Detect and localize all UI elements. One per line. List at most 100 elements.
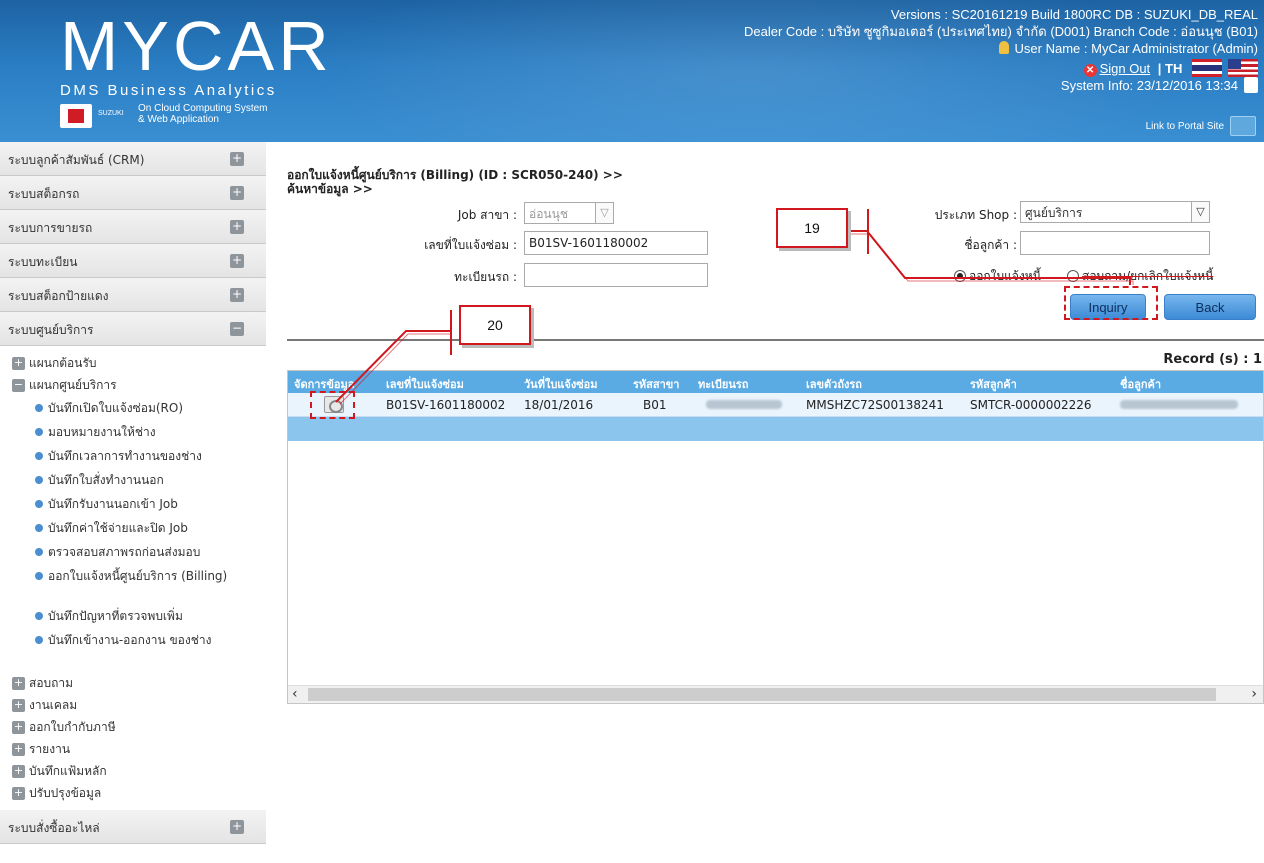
expand-icon[interactable]: + [12,698,25,712]
col-ro-date[interactable]: วันที่ใบแจ้งซ่อม [524,375,598,393]
repair-no-input[interactable] [524,231,708,255]
chevron-down-icon[interactable]: ▽ [1191,202,1209,222]
menu-group-registration[interactable]: ระบบทะเบียน + [0,244,266,278]
menu-item-label[interactable]: บันทึกรับงานนอกเข้า Job [48,496,178,512]
menu-group-crm[interactable]: ระบบลูกค้าสัมพันธ์ (CRM) + [0,142,266,176]
us-flag-icon[interactable] [1228,59,1258,77]
sub-menu-label[interactable]: แผนกศูนย์บริการ [29,376,117,395]
col-ro-no[interactable]: เลขที่ใบแจ้งซ่อม [386,375,464,393]
collapse-icon[interactable]: − [12,378,25,392]
signout-link[interactable]: Sign Out [1100,61,1151,76]
menu-item-label[interactable]: ออกใบแจ้งหนี้ศูนย์บริการ (Billing) [48,568,227,584]
expand-icon[interactable]: + [12,720,25,734]
portal-icon[interactable] [1230,116,1256,136]
menu-group-label[interactable]: ระบบศูนย์บริการ [8,321,94,340]
sub-menu-label[interactable]: แผนกต้อนรับ [29,354,97,373]
thai-flag-icon[interactable] [1192,59,1222,77]
scroll-right-icon[interactable]: › [1251,686,1257,703]
radio-query-label[interactable]: สอบถาม/ยกเลิกใบแจ้งหนี้ [1082,269,1213,283]
sub-menu-claim[interactable]: + งานเคลม [0,694,266,716]
portal-link[interactable]: Link to Portal Site [1146,116,1256,136]
menu-item-label[interactable]: ตรวจสอบสภาพรถก่อนส่งมอบ [48,544,200,560]
menu-group-label[interactable]: ระบบลูกค้าสัมพันธ์ (CRM) [8,151,144,170]
radio-issue-label[interactable]: ออกใบแจ้งหนี้ [969,269,1041,283]
expand-icon[interactable]: + [230,220,244,234]
menu-group-label[interactable]: ระบบสั่งซื้ออะไหล่ [8,819,100,838]
table-row[interactable]: B01SV-1601180002 18/01/2016 B01 MMSHZC72… [288,393,1263,417]
menu-group-sales[interactable]: ระบบการขายรถ + [0,210,266,244]
expand-icon[interactable]: + [230,152,244,166]
sub-menu-service-dept[interactable]: − แผนกศูนย์บริการ [0,374,266,396]
sub-menu-label[interactable]: ออกใบกำกับภาษี [29,718,116,737]
job-branch-select[interactable]: อ่อนนุช ▽ [524,202,614,224]
sub-menu-label[interactable]: งานเคลม [29,696,77,715]
expand-icon[interactable]: + [12,764,25,778]
expand-icon[interactable]: + [230,288,244,302]
col-cust-name[interactable]: ชื่อลูกค้า [1120,375,1161,393]
menu-item-label[interactable]: บันทึกปัญหาที่ตรวจพบเพิ่ม [48,608,183,624]
horizontal-scrollbar[interactable]: ‹ › [288,685,1263,703]
expand-icon[interactable]: + [12,786,25,800]
menu-item-label[interactable]: บันทึกค่าใช้จ่ายและปิด Job [48,520,188,536]
menu-group-label[interactable]: ระบบสต็อกรถ [8,185,79,204]
back-button[interactable]: Back [1164,294,1256,320]
portal-label[interactable]: Link to Portal Site [1146,121,1224,132]
col-cust-code[interactable]: รหัสลูกค้า [970,375,1017,393]
menu-group-service[interactable]: ระบบศูนย์บริการ − [0,312,266,346]
sub-menu-label[interactable]: ปรับปรุงข้อมูล [29,784,101,803]
menu-group-label[interactable]: ระบบทะเบียน [8,253,77,272]
chevron-down-icon[interactable]: ▽ [595,203,613,223]
menu-item-outside-receive[interactable]: บันทึกรับงานนอกเข้า Job [0,492,266,516]
sub-menu-label[interactable]: รายงาน [29,740,70,759]
plate-input[interactable] [524,263,708,287]
menu-group-parts[interactable]: ระบบสั่งซื้ออะไหล่ + [0,810,266,844]
expand-icon[interactable]: + [230,186,244,200]
menu-group-red-plate[interactable]: ระบบสต็อกป้ายแดง + [0,278,266,312]
sub-menu-reception[interactable]: + แผนกต้อนรับ [0,352,266,374]
menu-item-billing[interactable]: ออกใบแจ้งหนี้ศูนย์บริการ (Billing) [0,564,266,604]
sub-menu-master-file[interactable]: + บันทึกแฟ้มหลัก [0,760,266,782]
menu-item-open-ro[interactable]: บันทึกเปิดใบแจ้งซ่อม(RO) [0,396,266,420]
signout-icon[interactable]: ✕ [1083,64,1097,77]
sub-menu-label[interactable]: บันทึกแฟ้มหลัก [29,762,107,781]
sub-menu-tax-invoice[interactable]: + ออกใบกำกับภาษี [0,716,266,738]
menu-item-tech-time[interactable]: บันทึกเวลาการทำงานของช่าง [0,444,266,468]
col-chassis[interactable]: เลขตัวถังรถ [806,375,862,393]
menu-item-label[interactable]: บันทึกเวลาการทำงานของช่าง [48,448,202,464]
menu-group-label[interactable]: ระบบสต็อกป้ายแดง [8,287,109,306]
expand-icon[interactable]: + [230,820,244,834]
menu-item-close-job[interactable]: บันทึกค่าใช้จ่ายและปิด Job [0,516,266,540]
menu-group-stock[interactable]: ระบบสต็อกรถ + [0,176,266,210]
scroll-thumb[interactable] [308,688,1216,701]
menu-item-label[interactable]: บันทึกเปิดใบแจ้งซ่อม(RO) [48,400,183,416]
scroll-left-icon[interactable]: ‹ [292,686,298,703]
menu-item-extra-problem[interactable]: บันทึกปัญหาที่ตรวจพบเพิ่ม [0,604,266,628]
shop-type-select[interactable]: ศูนย์บริการ ▽ [1020,201,1210,223]
radio-issue-option[interactable]: ออกใบแจ้งหนี้ [954,267,1041,286]
sub-menu-update-data[interactable]: + ปรับปรุงข้อมูล [0,782,266,804]
menu-item-label[interactable]: มอบหมายงานให้ช่าง [48,424,156,440]
menu-item-tech-attendance[interactable]: บันทึกเข้างาน-ออกงาน ของช่าง [0,628,266,668]
expand-icon[interactable]: + [12,356,25,370]
radio-query[interactable] [1067,270,1079,282]
menu-item-label[interactable]: บันทึกเข้างาน-ออกงาน ของช่าง [48,632,211,648]
sub-menu-reports[interactable]: + รายงาน [0,738,266,760]
customer-input[interactable] [1020,231,1210,255]
sub-menu-inquiry[interactable]: + สอบถาม [0,672,266,694]
expand-icon[interactable]: + [230,254,244,268]
col-branch[interactable]: รหัสสาขา [633,375,679,393]
header-checkbox[interactable] [1244,77,1258,93]
col-plate[interactable]: ทะเบียนรถ [698,375,748,393]
menu-item-assign-tech[interactable]: มอบหมายงานให้ช่าง [0,420,266,444]
menu-item-inspection[interactable]: ตรวจสอบสภาพรถก่อนส่งมอบ [0,540,266,564]
expand-icon[interactable]: + [12,676,25,690]
radio-issue[interactable] [954,270,966,282]
radio-query-option[interactable]: สอบถาม/ยกเลิกใบแจ้งหนี้ [1067,267,1213,286]
expand-icon[interactable]: + [12,742,25,756]
menu-group-label[interactable]: ระบบการขายรถ [8,219,92,238]
collapse-icon[interactable]: − [230,322,244,336]
sub-menu-label[interactable]: สอบถาม [29,674,73,693]
page-title: ออกใบแจ้งหนี้ศูนย์บริการ (Billing) (ID :… [287,168,623,196]
menu-item-label[interactable]: บันทึกใบสั่งทำงานนอก [48,472,164,488]
menu-item-outside-order[interactable]: บันทึกใบสั่งทำงานนอก [0,468,266,492]
